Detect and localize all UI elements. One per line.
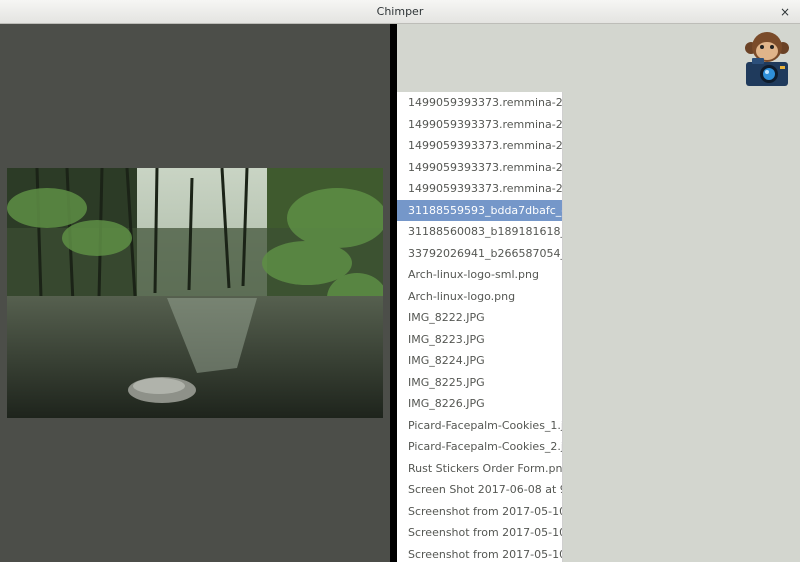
- file-list-item[interactable]: IMG_8226.JPG: [397, 393, 562, 415]
- file-list-item[interactable]: 31188560083_b189181618_o.jp: [397, 221, 562, 243]
- pane-divider[interactable]: [390, 24, 397, 562]
- rainforest-creek-photo: [7, 168, 383, 418]
- file-list-item[interactable]: IMG_8225.JPG: [397, 372, 562, 394]
- file-list-item[interactable]: IMG_8223.JPG: [397, 329, 562, 351]
- file-list-item[interactable]: Picard-Facepalm-Cookies_1.jpg: [397, 415, 562, 437]
- file-list-item[interactable]: 1499059393373.remmina-2017: [397, 135, 562, 157]
- file-list-item[interactable]: Arch-linux-logo.png: [397, 286, 562, 308]
- file-list-item[interactable]: Screenshot from 2017-05-10 09: [397, 522, 562, 544]
- window-title: Chimper: [376, 5, 424, 18]
- file-list-item[interactable]: IMG_8222.JPG: [397, 307, 562, 329]
- file-list-item[interactable]: 33792026941_b266587054_o.jp: [397, 243, 562, 265]
- file-list-item[interactable]: IMG_8224.JPG: [397, 350, 562, 372]
- image-preview-pane: [0, 24, 390, 562]
- file-list-item[interactable]: 1499059393373.remmina-2017: [397, 114, 562, 136]
- title-bar: Chimper ×: [0, 0, 800, 24]
- file-list-item[interactable]: Rust Stickers Order Form.png: [397, 458, 562, 480]
- file-list-item[interactable]: 31188559593_bdda7dbafc_o.jp: [397, 199, 562, 221]
- file-list-item[interactable]: Screenshot from 2017-05-10 09: [397, 501, 562, 523]
- file-list-item[interactable]: Picard-Facepalm-Cookies_2.jpg: [397, 436, 562, 458]
- file-list-item[interactable]: 1499059393373.remmina-2017: [397, 157, 562, 179]
- file-list-item[interactable]: Screenshot from 2017-05-10 17: [397, 544, 562, 562]
- file-list[interactable]: 1499059393373.remmina-20171499059393373.…: [397, 92, 563, 562]
- file-list-item[interactable]: 1499059393373.remmina-2017: [397, 178, 562, 200]
- file-list-item[interactable]: Arch-linux-logo-sml.png: [397, 264, 562, 286]
- file-list-item[interactable]: 1499059393373.remmina-2017: [397, 92, 562, 114]
- file-browser-pane: 1499059393373.remmina-20171499059393373.…: [397, 24, 800, 562]
- file-list-item[interactable]: Screen Shot 2017-06-08 at 9.26.: [397, 479, 562, 501]
- close-icon[interactable]: ×: [776, 3, 794, 21]
- monkey-with-camera-icon: [745, 32, 789, 86]
